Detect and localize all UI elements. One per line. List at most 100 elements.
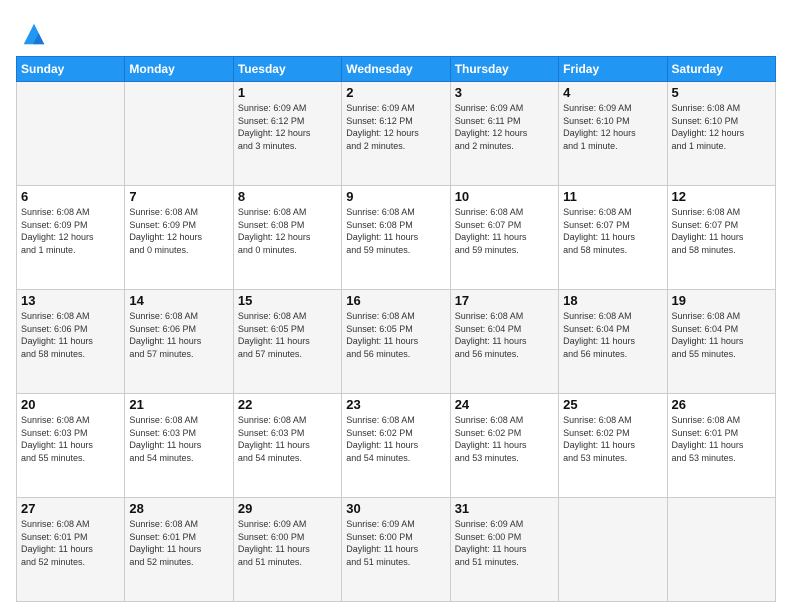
day-number: 28 <box>129 501 228 516</box>
day-number: 20 <box>21 397 120 412</box>
day-info: Sunrise: 6:08 AM Sunset: 6:07 PM Dayligh… <box>563 206 662 256</box>
weekday-header-wednesday: Wednesday <box>342 57 450 82</box>
day-number: 27 <box>21 501 120 516</box>
weekday-header-monday: Monday <box>125 57 233 82</box>
day-info: Sunrise: 6:08 AM Sunset: 6:08 PM Dayligh… <box>346 206 445 256</box>
day-number: 5 <box>672 85 771 100</box>
day-info: Sunrise: 6:08 AM Sunset: 6:06 PM Dayligh… <box>21 310 120 360</box>
day-number: 25 <box>563 397 662 412</box>
weekday-header-row: SundayMondayTuesdayWednesdayThursdayFrid… <box>17 57 776 82</box>
week-row-3: 20 Sunrise: 6:08 AM Sunset: 6:03 PM Dayli… <box>17 394 776 498</box>
weekday-header-thursday: Thursday <box>450 57 558 82</box>
day-number: 7 <box>129 189 228 204</box>
day-number: 24 <box>455 397 554 412</box>
calendar-cell: 31 Sunrise: 6:09 AM Sunset: 6:00 PM Dayli… <box>450 498 558 602</box>
day-info: Sunrise: 6:08 AM Sunset: 6:03 PM Dayligh… <box>238 414 337 464</box>
calendar-cell: 25 Sunrise: 6:08 AM Sunset: 6:02 PM Dayli… <box>559 394 667 498</box>
day-info: Sunrise: 6:09 AM Sunset: 6:00 PM Dayligh… <box>346 518 445 568</box>
calendar-cell: 22Sunrise: 6:08 AM Sunset: 6:03 PM Dayli… <box>233 394 341 498</box>
day-number: 19 <box>672 293 771 308</box>
day-number: 8 <box>238 189 337 204</box>
calendar-cell: 15 Sunrise: 6:08 AM Sunset: 6:05 PM Dayli… <box>233 290 341 394</box>
calendar-cell: 8 Sunrise: 6:08 AM Sunset: 6:08 PM Daylig… <box>233 186 341 290</box>
calendar-cell: 6 Sunrise: 6:08 AM Sunset: 6:09 PM Daylig… <box>17 186 125 290</box>
day-number: 21 <box>129 397 228 412</box>
calendar-cell: 13 Sunrise: 6:08 AM Sunset: 6:06 PM Dayli… <box>17 290 125 394</box>
day-info: Sunrise: 6:08 AM Sunset: 6:05 PM Dayligh… <box>346 310 445 360</box>
logo-icon <box>20 20 48 48</box>
day-number: 6 <box>21 189 120 204</box>
day-info: Sunrise: 6:08 AM Sunset: 6:08 PM Dayligh… <box>238 206 337 256</box>
day-number: 12 <box>672 189 771 204</box>
weekday-header-tuesday: Tuesday <box>233 57 341 82</box>
day-info: Sunrise: 6:09 AM Sunset: 6:00 PM Dayligh… <box>238 518 337 568</box>
day-info: Sunrise: 6:08 AM Sunset: 6:03 PM Dayligh… <box>129 414 228 464</box>
calendar-cell: 4 Sunrise: 6:09 AM Sunset: 6:10 PM Daylig… <box>559 82 667 186</box>
calendar-cell: 11 Sunrise: 6:08 AM Sunset: 6:07 PM Dayli… <box>559 186 667 290</box>
day-info: Sunrise: 6:09 AM Sunset: 6:12 PM Dayligh… <box>346 102 445 152</box>
calendar-cell: 19 Sunrise: 6:08 AM Sunset: 6:04 PM Dayli… <box>667 290 775 394</box>
header <box>16 16 776 48</box>
weekday-header-sunday: Sunday <box>17 57 125 82</box>
day-info: Sunrise: 6:08 AM Sunset: 6:09 PM Dayligh… <box>129 206 228 256</box>
day-info: Sunrise: 6:08 AM Sunset: 6:04 PM Dayligh… <box>563 310 662 360</box>
calendar-cell: 27 Sunrise: 6:08 AM Sunset: 6:01 PM Dayli… <box>17 498 125 602</box>
day-info: Sunrise: 6:08 AM Sunset: 6:06 PM Dayligh… <box>129 310 228 360</box>
day-number: 2 <box>346 85 445 100</box>
day-info: Sunrise: 6:08 AM Sunset: 6:02 PM Dayligh… <box>346 414 445 464</box>
day-info: Sunrise: 6:08 AM Sunset: 6:10 PM Dayligh… <box>672 102 771 152</box>
day-info: Sunrise: 6:08 AM Sunset: 6:09 PM Dayligh… <box>21 206 120 256</box>
calendar-cell: 2 Sunrise: 6:09 AM Sunset: 6:12 PM Daylig… <box>342 82 450 186</box>
day-info: Sunrise: 6:09 AM Sunset: 6:11 PM Dayligh… <box>455 102 554 152</box>
day-info: Sunrise: 6:08 AM Sunset: 6:04 PM Dayligh… <box>672 310 771 360</box>
calendar-cell: 3 Sunrise: 6:09 AM Sunset: 6:11 PM Daylig… <box>450 82 558 186</box>
calendar-cell <box>125 82 233 186</box>
day-info: Sunrise: 6:08 AM Sunset: 6:02 PM Dayligh… <box>455 414 554 464</box>
day-info: Sunrise: 6:08 AM Sunset: 6:05 PM Dayligh… <box>238 310 337 360</box>
day-number: 13 <box>21 293 120 308</box>
day-info: Sunrise: 6:09 AM Sunset: 6:00 PM Dayligh… <box>455 518 554 568</box>
calendar-cell: 29Sunrise: 6:09 AM Sunset: 6:00 PM Dayli… <box>233 498 341 602</box>
day-info: Sunrise: 6:08 AM Sunset: 6:01 PM Dayligh… <box>129 518 228 568</box>
day-number: 15 <box>238 293 337 308</box>
calendar-cell: 26 Sunrise: 6:08 AM Sunset: 6:01 PM Dayli… <box>667 394 775 498</box>
day-number: 3 <box>455 85 554 100</box>
weekday-header-friday: Friday <box>559 57 667 82</box>
calendar-cell: 28 Sunrise: 6:08 AM Sunset: 6:01 PM Dayli… <box>125 498 233 602</box>
day-number: 17 <box>455 293 554 308</box>
day-number: 30 <box>346 501 445 516</box>
day-number: 4 <box>563 85 662 100</box>
day-number: 31 <box>455 501 554 516</box>
day-number: 14 <box>129 293 228 308</box>
calendar-cell <box>559 498 667 602</box>
page: SundayMondayTuesdayWednesdayThursdayFrid… <box>0 0 792 612</box>
calendar-cell: 24 Sunrise: 6:08 AM Sunset: 6:02 PM Dayli… <box>450 394 558 498</box>
calendar-table: SundayMondayTuesdayWednesdayThursdayFrid… <box>16 56 776 602</box>
calendar-cell: 21 Sunrise: 6:08 AM Sunset: 6:03 PM Dayli… <box>125 394 233 498</box>
calendar-cell: 10Sunrise: 6:08 AM Sunset: 6:07 PM Dayli… <box>450 186 558 290</box>
day-number: 9 <box>346 189 445 204</box>
week-row-2: 13 Sunrise: 6:08 AM Sunset: 6:06 PM Dayli… <box>17 290 776 394</box>
calendar-cell: 7 Sunrise: 6:08 AM Sunset: 6:09 PM Daylig… <box>125 186 233 290</box>
logo <box>16 20 48 48</box>
day-info: Sunrise: 6:08 AM Sunset: 6:01 PM Dayligh… <box>21 518 120 568</box>
calendar-cell: 1Sunrise: 6:09 AM Sunset: 6:12 PM Daylig… <box>233 82 341 186</box>
day-info: Sunrise: 6:08 AM Sunset: 6:07 PM Dayligh… <box>672 206 771 256</box>
day-number: 10 <box>455 189 554 204</box>
calendar-cell <box>17 82 125 186</box>
day-info: Sunrise: 6:08 AM Sunset: 6:02 PM Dayligh… <box>563 414 662 464</box>
calendar-cell: 20 Sunrise: 6:08 AM Sunset: 6:03 PM Dayli… <box>17 394 125 498</box>
week-row-0: 1Sunrise: 6:09 AM Sunset: 6:12 PM Daylig… <box>17 82 776 186</box>
calendar-cell: 14 Sunrise: 6:08 AM Sunset: 6:06 PM Dayli… <box>125 290 233 394</box>
day-number: 11 <box>563 189 662 204</box>
day-info: Sunrise: 6:08 AM Sunset: 6:03 PM Dayligh… <box>21 414 120 464</box>
day-number: 23 <box>346 397 445 412</box>
day-number: 26 <box>672 397 771 412</box>
day-info: Sunrise: 6:09 AM Sunset: 6:10 PM Dayligh… <box>563 102 662 152</box>
weekday-header-saturday: Saturday <box>667 57 775 82</box>
calendar-cell: 17Sunrise: 6:08 AM Sunset: 6:04 PM Dayli… <box>450 290 558 394</box>
day-info: Sunrise: 6:09 AM Sunset: 6:12 PM Dayligh… <box>238 102 337 152</box>
day-info: Sunrise: 6:08 AM Sunset: 6:01 PM Dayligh… <box>672 414 771 464</box>
calendar-cell: 30 Sunrise: 6:09 AM Sunset: 6:00 PM Dayli… <box>342 498 450 602</box>
calendar-cell <box>667 498 775 602</box>
